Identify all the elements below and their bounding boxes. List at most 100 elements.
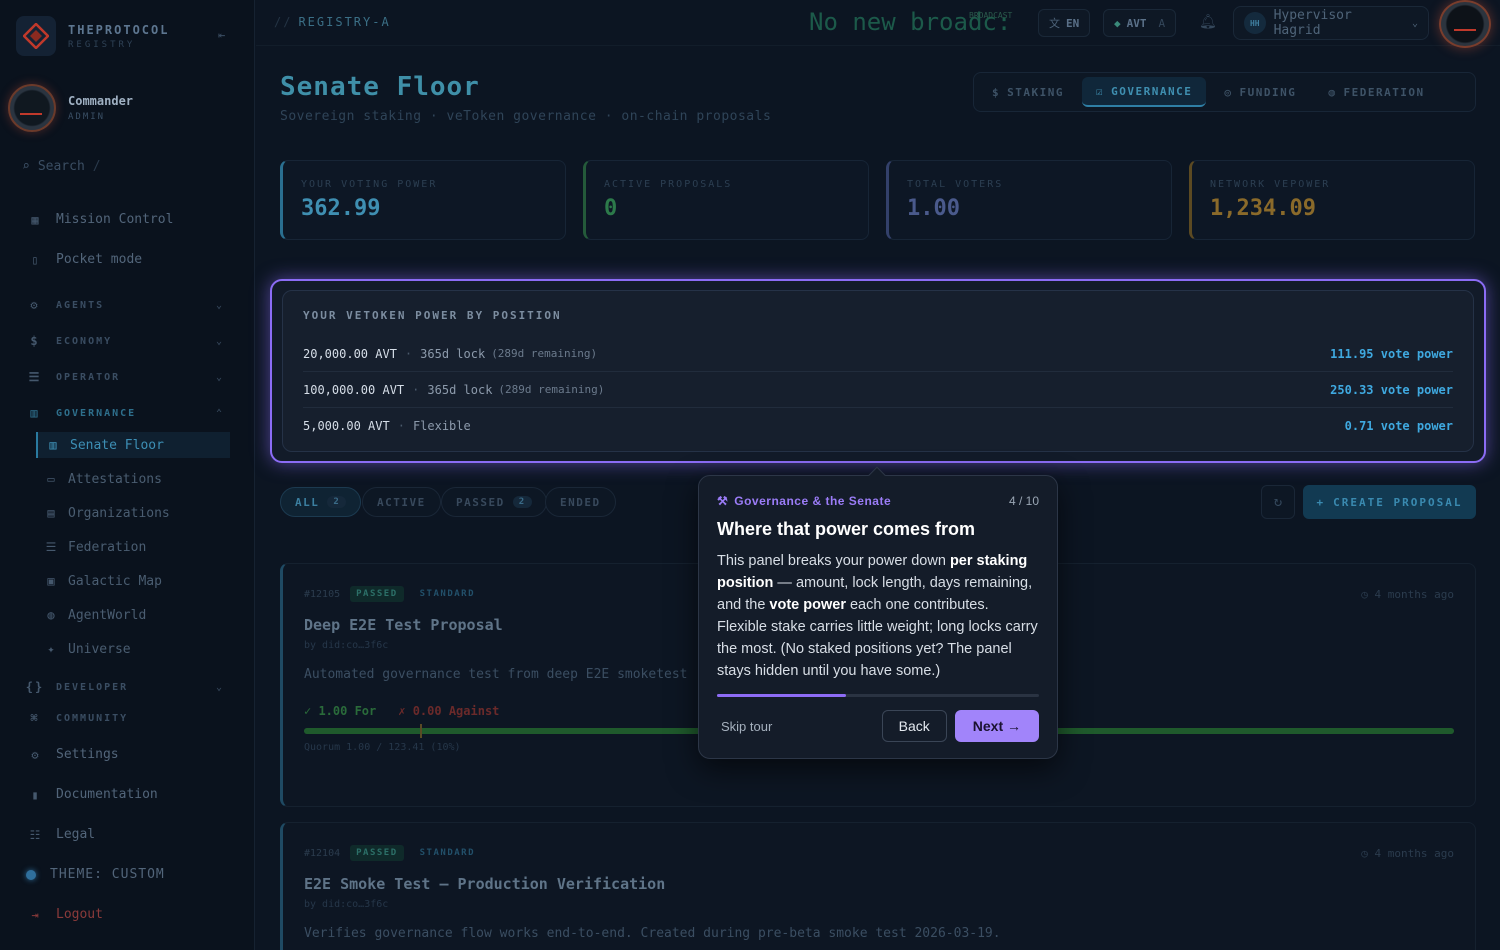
sidebar-item-pocket-mode[interactable]: ▯ Pocket mode (28, 252, 228, 267)
sidebar-group-economy[interactable]: $ ECONOMY ⌄ (28, 334, 224, 348)
phone-icon: ▯ (31, 252, 39, 267)
sidebar-item-universe[interactable]: ✦ Universe (36, 636, 230, 662)
type-badge: STANDARD (419, 848, 475, 858)
gavel-icon: ⚒ (717, 494, 729, 508)
user-name: Commander (68, 94, 134, 108)
vetoken-power-panel: YOUR VETOKEN POWER BY POSITION 20,000.00… (270, 279, 1486, 463)
position-remaining: (289d remaining) (491, 347, 598, 360)
sidebar-group-developer[interactable]: {} DEVELOPER ⌄ (26, 680, 224, 694)
logo-icon (16, 16, 56, 56)
position-lock: 365d lock (427, 382, 493, 397)
chevron-down-icon: ⌄ (1411, 17, 1418, 29)
breadcrumb: //REGISTRY-A (274, 15, 391, 29)
section-tabs: $ STAKING ☑ GOVERNANCE ◎ FUNDING ◍ FEDERATIO… (973, 72, 1476, 112)
sidebar-group-governance[interactable]: ▥ GOVERNANCE ⌃ (28, 406, 224, 420)
tour-body: This panel breaks your power down per st… (717, 553, 1038, 679)
stat-value: 0 (604, 196, 618, 221)
tour-popover: ⚒ Governance & the Senate 4 / 10 Where t… (698, 466, 1058, 759)
filter-all[interactable]: ALL 2 (280, 487, 362, 517)
type-badge: STANDARD (419, 589, 475, 599)
sidebar-item-agentworld[interactable]: ◍ AgentWorld (36, 602, 230, 628)
sidebar-group-community[interactable]: ⌘ COMMUNITY (28, 714, 224, 722)
position-vote-power: 250.33 vote power (1330, 382, 1453, 397)
filter-passed[interactable]: PASSED 2 (441, 487, 547, 517)
bell-icon[interactable]: 🔔︎ (1199, 14, 1217, 30)
sidebar-item-senate-floor[interactable]: ▥ Senate Floor (36, 432, 230, 458)
sidebar: THEPROTOCOL REGISTRY ⇤ Commander ADMIN ⌕… (0, 0, 255, 950)
proposal-card[interactable]: #12104 PASSED STANDARD ◷ 4 months ago E2… (280, 822, 1476, 950)
sidebar-item-mission-control[interactable]: ▦ Mission Control (28, 212, 228, 227)
create-proposal-button[interactable]: + CREATE PROPOSAL (1303, 485, 1476, 519)
book-icon: ▮ (31, 787, 39, 802)
sidebar-item-attestations[interactable]: ▭ Attestations (36, 466, 230, 492)
tab-federation[interactable]: ◍ FEDERATION (1314, 77, 1438, 107)
next-button[interactable]: Next → (954, 710, 1039, 742)
search-icon: ⌕ (22, 158, 30, 174)
votes-for: ✓ 1.00 For (304, 704, 377, 718)
account-selector[interactable]: HH Hypervisor Hagrid ⌄ (1233, 6, 1429, 40)
sidebar-group-agents[interactable]: ⚙ AGENTS ⌄ (28, 298, 224, 312)
position-row: 5,000.00 AVT · Flexible 0.71 vote power (303, 419, 1453, 433)
globe-icon: ◍ (1328, 85, 1337, 99)
refresh-icon: ↻ (1273, 494, 1283, 510)
back-button[interactable]: Back (881, 710, 947, 742)
sidebar-group-operator[interactable]: ☰ OPERATOR ⌄ (28, 370, 224, 384)
dollar-icon: $ (30, 334, 40, 348)
tour-arrow (868, 466, 886, 484)
filter-count: 2 (327, 496, 347, 508)
sidebar-item-legal[interactable]: ☷ Legal (28, 827, 228, 842)
theme-toggle[interactable]: THEME: CUSTOM (26, 867, 226, 882)
page-subtitle: Sovereign staking · veToken governance ·… (280, 109, 772, 124)
tour-progress-fill (717, 694, 846, 697)
community-icon: ⌘ (30, 714, 40, 722)
stat-total-voters: TOTAL VOTERS 1.00 (886, 160, 1172, 240)
checkbox-icon: ☑ (1095, 84, 1105, 98)
org-icon: ▤ (47, 506, 55, 520)
tab-staking[interactable]: $ STAKING (978, 77, 1078, 107)
user-profile[interactable]: Commander ADMIN (8, 84, 133, 132)
position-row: 20,000.00 AVT · 365d lock (289d remainin… (303, 336, 1453, 372)
avatar (8, 84, 56, 132)
filter-ended[interactable]: ENDED (545, 487, 616, 517)
building-icon: ▥ (30, 406, 40, 420)
broadcast-tag: BROADCAST (969, 11, 1013, 20)
tour-step-counter: 4 / 10 (1008, 494, 1039, 508)
filter-active[interactable]: ACTIVE (362, 487, 441, 517)
stat-active-proposals: ACTIVE PROPOSALS 0 (583, 160, 869, 240)
proposal-id: #12105 (304, 588, 341, 600)
search-shortcut: / (92, 158, 101, 174)
brand[interactable]: THEPROTOCOL REGISTRY (16, 16, 169, 56)
sidebar-item-settings[interactable]: ⚙ Settings (28, 747, 228, 762)
tab-funding[interactable]: ◎ FUNDING (1210, 77, 1310, 107)
top-avatar[interactable] (1439, 0, 1491, 48)
position-vote-power: 111.95 vote power (1330, 346, 1453, 361)
position-row: 100,000.00 AVT · 365d lock (289d remaini… (303, 372, 1453, 408)
federation-icon: ☰ (45, 540, 57, 554)
language-selector[interactable]: 文 EN (1038, 9, 1091, 37)
logout-icon: ⇥ (31, 907, 39, 922)
sidebar-item-federation[interactable]: ☰ Federation (36, 534, 230, 560)
map-icon: ▣ (47, 574, 55, 588)
target-icon: ◎ (1224, 85, 1233, 99)
plus-icon: + (1316, 495, 1326, 509)
sidebar-item-galactic-map[interactable]: ▣ Galactic Map (36, 568, 230, 594)
page-title: Senate Floor (280, 72, 480, 102)
currency-selector[interactable]: ◆ AVT A (1103, 9, 1177, 37)
stat-voting-power: YOUR VOTING POWER 362.99 (280, 160, 566, 240)
refresh-button[interactable]: ↻ (1261, 485, 1295, 519)
collapse-sidebar-icon[interactable]: ⇤ (218, 28, 225, 42)
topbar: //REGISTRY-A No new broadc: BROADCAST 文E… (256, 0, 1500, 48)
position-vote-power: 0.71 vote power (1344, 419, 1453, 433)
proposal-time: ◷ 4 months ago (1361, 847, 1454, 860)
position-remaining: (289d remaining) (498, 383, 605, 396)
skip-tour-button[interactable]: Skip tour (721, 719, 772, 734)
sidebar-item-documentation[interactable]: ▮ Documentation (28, 787, 228, 802)
search-input[interactable]: ⌕ Search / (22, 154, 232, 178)
sidebar-item-logout[interactable]: ⇥ Logout (28, 907, 228, 922)
user-role: ADMIN (68, 112, 106, 122)
tab-governance[interactable]: ☑ GOVERNANCE (1081, 77, 1207, 107)
chevron-up-icon: ⌃ (215, 407, 224, 419)
position-lock: 365d lock (420, 346, 486, 361)
tour-title: Where that power comes from (717, 519, 976, 539)
sidebar-item-organizations[interactable]: ▤ Organizations (36, 500, 230, 526)
